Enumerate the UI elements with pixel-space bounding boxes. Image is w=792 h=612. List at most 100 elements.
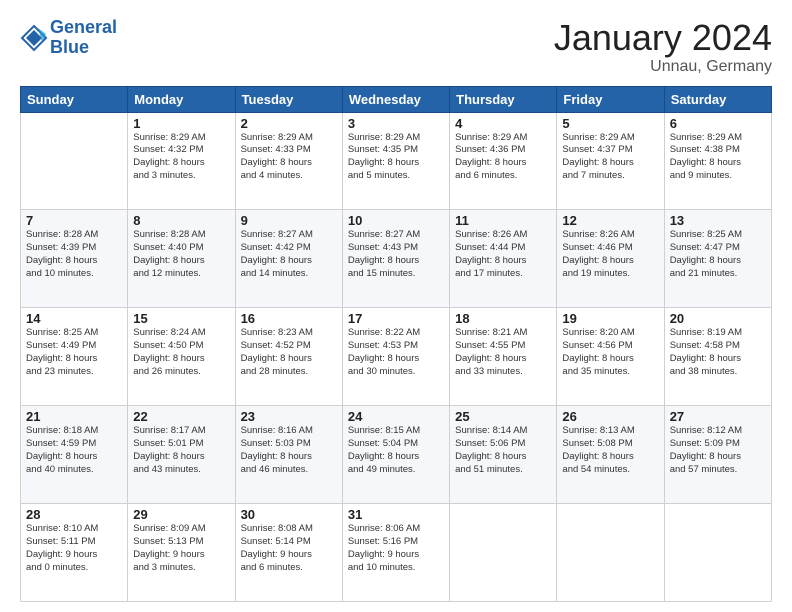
day-info: Sunrise: 8:23 AM Sunset: 4:52 PM Dayligh… (241, 327, 337, 378)
header: General Blue January 2024 Unnau, Germany (20, 18, 772, 76)
calendar-cell: 13Sunrise: 8:25 AM Sunset: 4:47 PM Dayli… (664, 210, 771, 308)
day-number: 22 (133, 409, 229, 424)
day-info: Sunrise: 8:20 AM Sunset: 4:56 PM Dayligh… (562, 327, 658, 378)
day-number: 2 (241, 116, 337, 131)
weekday-thursday: Thursday (450, 86, 557, 112)
day-number: 13 (670, 213, 766, 228)
page: General Blue January 2024 Unnau, Germany… (0, 0, 792, 612)
day-info: Sunrise: 8:19 AM Sunset: 4:58 PM Dayligh… (670, 327, 766, 378)
day-info: Sunrise: 8:27 AM Sunset: 4:43 PM Dayligh… (348, 229, 444, 280)
day-info: Sunrise: 8:17 AM Sunset: 5:01 PM Dayligh… (133, 425, 229, 476)
day-number: 21 (26, 409, 122, 424)
calendar-cell (664, 504, 771, 602)
calendar-cell: 31Sunrise: 8:06 AM Sunset: 5:16 PM Dayli… (342, 504, 449, 602)
week-row-1: 1Sunrise: 8:29 AM Sunset: 4:32 PM Daylig… (21, 112, 772, 210)
day-info: Sunrise: 8:14 AM Sunset: 5:06 PM Dayligh… (455, 425, 551, 476)
calendar-cell (21, 112, 128, 210)
day-number: 27 (670, 409, 766, 424)
day-number: 7 (26, 213, 122, 228)
logo-general: General (50, 17, 117, 37)
day-number: 8 (133, 213, 229, 228)
day-number: 3 (348, 116, 444, 131)
week-row-4: 21Sunrise: 8:18 AM Sunset: 4:59 PM Dayli… (21, 406, 772, 504)
day-number: 15 (133, 311, 229, 326)
calendar-cell: 11Sunrise: 8:26 AM Sunset: 4:44 PM Dayli… (450, 210, 557, 308)
calendar-cell: 17Sunrise: 8:22 AM Sunset: 4:53 PM Dayli… (342, 308, 449, 406)
day-number: 10 (348, 213, 444, 228)
day-number: 29 (133, 507, 229, 522)
day-number: 25 (455, 409, 551, 424)
day-number: 5 (562, 116, 658, 131)
main-title: January 2024 (554, 18, 772, 58)
calendar-cell: 29Sunrise: 8:09 AM Sunset: 5:13 PM Dayli… (128, 504, 235, 602)
calendar-cell: 28Sunrise: 8:10 AM Sunset: 5:11 PM Dayli… (21, 504, 128, 602)
week-row-5: 28Sunrise: 8:10 AM Sunset: 5:11 PM Dayli… (21, 504, 772, 602)
day-info: Sunrise: 8:28 AM Sunset: 4:40 PM Dayligh… (133, 229, 229, 280)
day-info: Sunrise: 8:25 AM Sunset: 4:47 PM Dayligh… (670, 229, 766, 280)
calendar-cell (557, 504, 664, 602)
calendar-cell: 4Sunrise: 8:29 AM Sunset: 4:36 PM Daylig… (450, 112, 557, 210)
day-info: Sunrise: 8:10 AM Sunset: 5:11 PM Dayligh… (26, 523, 122, 574)
weekday-monday: Monday (128, 86, 235, 112)
weekday-wednesday: Wednesday (342, 86, 449, 112)
calendar-cell: 6Sunrise: 8:29 AM Sunset: 4:38 PM Daylig… (664, 112, 771, 210)
day-info: Sunrise: 8:26 AM Sunset: 4:46 PM Dayligh… (562, 229, 658, 280)
day-number: 17 (348, 311, 444, 326)
day-info: Sunrise: 8:25 AM Sunset: 4:49 PM Dayligh… (26, 327, 122, 378)
calendar-cell: 8Sunrise: 8:28 AM Sunset: 4:40 PM Daylig… (128, 210, 235, 308)
calendar-cell: 5Sunrise: 8:29 AM Sunset: 4:37 PM Daylig… (557, 112, 664, 210)
day-number: 28 (26, 507, 122, 522)
logo-icon (20, 24, 48, 52)
day-number: 20 (670, 311, 766, 326)
calendar-cell: 27Sunrise: 8:12 AM Sunset: 5:09 PM Dayli… (664, 406, 771, 504)
week-row-3: 14Sunrise: 8:25 AM Sunset: 4:49 PM Dayli… (21, 308, 772, 406)
day-info: Sunrise: 8:28 AM Sunset: 4:39 PM Dayligh… (26, 229, 122, 280)
day-info: Sunrise: 8:29 AM Sunset: 4:37 PM Dayligh… (562, 132, 658, 183)
calendar-cell: 25Sunrise: 8:14 AM Sunset: 5:06 PM Dayli… (450, 406, 557, 504)
day-info: Sunrise: 8:06 AM Sunset: 5:16 PM Dayligh… (348, 523, 444, 574)
day-number: 9 (241, 213, 337, 228)
calendar-cell: 12Sunrise: 8:26 AM Sunset: 4:46 PM Dayli… (557, 210, 664, 308)
day-info: Sunrise: 8:29 AM Sunset: 4:38 PM Dayligh… (670, 132, 766, 183)
day-number: 12 (562, 213, 658, 228)
day-info: Sunrise: 8:24 AM Sunset: 4:50 PM Dayligh… (133, 327, 229, 378)
weekday-friday: Friday (557, 86, 664, 112)
day-number: 31 (348, 507, 444, 522)
day-info: Sunrise: 8:09 AM Sunset: 5:13 PM Dayligh… (133, 523, 229, 574)
logo-text: General Blue (50, 18, 117, 58)
day-number: 24 (348, 409, 444, 424)
day-info: Sunrise: 8:21 AM Sunset: 4:55 PM Dayligh… (455, 327, 551, 378)
calendar-cell: 19Sunrise: 8:20 AM Sunset: 4:56 PM Dayli… (557, 308, 664, 406)
calendar-cell: 14Sunrise: 8:25 AM Sunset: 4:49 PM Dayli… (21, 308, 128, 406)
day-info: Sunrise: 8:29 AM Sunset: 4:33 PM Dayligh… (241, 132, 337, 183)
logo: General Blue (20, 18, 117, 58)
day-info: Sunrise: 8:22 AM Sunset: 4:53 PM Dayligh… (348, 327, 444, 378)
calendar-cell: 10Sunrise: 8:27 AM Sunset: 4:43 PM Dayli… (342, 210, 449, 308)
calendar-cell: 18Sunrise: 8:21 AM Sunset: 4:55 PM Dayli… (450, 308, 557, 406)
subtitle: Unnau, Germany (554, 58, 772, 76)
title-block: January 2024 Unnau, Germany (554, 18, 772, 76)
day-number: 19 (562, 311, 658, 326)
calendar-cell: 1Sunrise: 8:29 AM Sunset: 4:32 PM Daylig… (128, 112, 235, 210)
day-number: 6 (670, 116, 766, 131)
day-info: Sunrise: 8:29 AM Sunset: 4:35 PM Dayligh… (348, 132, 444, 183)
calendar-cell: 24Sunrise: 8:15 AM Sunset: 5:04 PM Dayli… (342, 406, 449, 504)
weekday-sunday: Sunday (21, 86, 128, 112)
calendar-cell: 21Sunrise: 8:18 AM Sunset: 4:59 PM Dayli… (21, 406, 128, 504)
day-number: 11 (455, 213, 551, 228)
day-number: 23 (241, 409, 337, 424)
day-info: Sunrise: 8:15 AM Sunset: 5:04 PM Dayligh… (348, 425, 444, 476)
calendar-cell: 20Sunrise: 8:19 AM Sunset: 4:58 PM Dayli… (664, 308, 771, 406)
day-number: 14 (26, 311, 122, 326)
weekday-saturday: Saturday (664, 86, 771, 112)
day-info: Sunrise: 8:18 AM Sunset: 4:59 PM Dayligh… (26, 425, 122, 476)
calendar-table: SundayMondayTuesdayWednesdayThursdayFrid… (20, 86, 772, 602)
day-number: 16 (241, 311, 337, 326)
day-info: Sunrise: 8:16 AM Sunset: 5:03 PM Dayligh… (241, 425, 337, 476)
calendar-header: SundayMondayTuesdayWednesdayThursdayFrid… (21, 86, 772, 112)
weekday-tuesday: Tuesday (235, 86, 342, 112)
day-info: Sunrise: 8:13 AM Sunset: 5:08 PM Dayligh… (562, 425, 658, 476)
calendar-cell: 2Sunrise: 8:29 AM Sunset: 4:33 PM Daylig… (235, 112, 342, 210)
calendar-cell: 9Sunrise: 8:27 AM Sunset: 4:42 PM Daylig… (235, 210, 342, 308)
calendar-cell (450, 504, 557, 602)
